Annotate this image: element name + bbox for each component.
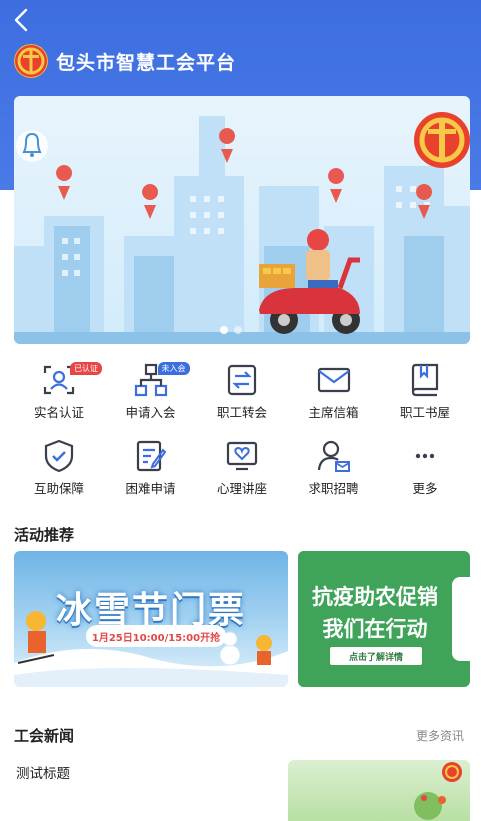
service-label: 职工书屋 — [399, 405, 450, 420]
shield-check-icon — [44, 439, 74, 473]
news-item-title[interactable]: 测试标题 — [16, 762, 70, 782]
form-edit-icon — [136, 440, 166, 472]
service-label: 心理讲座 — [216, 481, 267, 496]
chevron-left-icon — [14, 8, 28, 32]
news-item-thumbnail[interactable] — [288, 760, 470, 821]
transfer-icon — [227, 364, 257, 396]
bell-icon — [16, 130, 48, 162]
activities-section-title: 活动推荐 — [14, 526, 75, 544]
more-dots-icon — [415, 453, 435, 459]
service-mutual-aid[interactable]: 互助保障 — [14, 438, 104, 514]
union-logo-icon — [14, 44, 48, 78]
carousel-dot-1[interactable] — [220, 326, 228, 334]
not-member-badge: 未入会 — [157, 362, 190, 375]
verified-badge: 已认证 — [70, 362, 102, 375]
service-member-transfer[interactable]: 职工转会 — [197, 362, 287, 438]
service-psychology-lecture[interactable]: 心理讲座 — [197, 438, 287, 514]
city-delivery-illustration — [14, 112, 470, 344]
service-label: 实名认证 — [33, 405, 84, 420]
service-label: 困难申请 — [125, 481, 176, 496]
activity-card-line2: 我们在行动 — [322, 617, 428, 641]
carousel-dot-2[interactable] — [234, 326, 242, 334]
book-icon — [411, 363, 439, 397]
service-label: 更多 — [412, 481, 438, 496]
service-real-name-auth[interactable]: 已认证 实名认证 — [14, 362, 104, 438]
service-label: 职工转会 — [216, 405, 267, 420]
service-hardship-application[interactable]: 困难申请 — [106, 438, 196, 514]
header-title-row: 包头市智慧工会平台 — [14, 44, 236, 78]
next-card-peek — [452, 577, 470, 661]
activity-card-ice-festival[interactable]: 冰雪节门票 1月25日10:00/15:00开抢 — [14, 551, 288, 687]
mail-icon — [317, 367, 350, 393]
activity-card-farm-promotion[interactable]: 抗疫助农促销 我们在行动 点击了解详情 — [298, 551, 470, 687]
service-label: 互助保障 — [33, 481, 84, 496]
service-join-union[interactable]: 未入会 申请入会 — [106, 362, 196, 438]
service-label: 主席信箱 — [308, 405, 359, 420]
more-news-link[interactable]: 更多资讯 — [416, 727, 464, 744]
heart-screen-icon — [226, 441, 258, 471]
activity-card-details-button[interactable]: 点击了解详情 — [330, 647, 422, 665]
news-section-title: 工会新闻 — [14, 727, 75, 745]
service-row-1: 已认证 实名认证 未入会 申请入会 职工转会 主席信箱 职工书屋 — [14, 362, 470, 438]
service-row-2: 互助保障 困难申请 心理讲座 求职招聘 更多 — [14, 438, 470, 514]
service-chairman-mailbox[interactable]: 主席信箱 — [289, 362, 379, 438]
service-job-recruitment[interactable]: 求职招聘 — [289, 438, 379, 514]
user-mail-icon — [317, 440, 350, 472]
activity-card-time-pill: 1月25日10:00/15:00开抢 — [86, 625, 226, 647]
back-button[interactable] — [10, 6, 38, 34]
service-label: 求职招聘 — [308, 481, 359, 496]
service-grid: 已认证 实名认证 未入会 申请入会 职工转会 主席信箱 职工书屋 互助保障 困难… — [14, 362, 470, 514]
service-label: 申请入会 — [125, 405, 176, 420]
carousel-indicators — [220, 326, 242, 334]
banner-carousel[interactable] — [14, 96, 470, 344]
service-more[interactable]: 更多 — [380, 438, 470, 514]
page-title: 包头市智慧工会平台 — [56, 51, 237, 74]
service-staff-library[interactable]: 职工书屋 — [380, 362, 470, 438]
activity-card-line1: 抗疫助农促销 — [312, 585, 438, 609]
